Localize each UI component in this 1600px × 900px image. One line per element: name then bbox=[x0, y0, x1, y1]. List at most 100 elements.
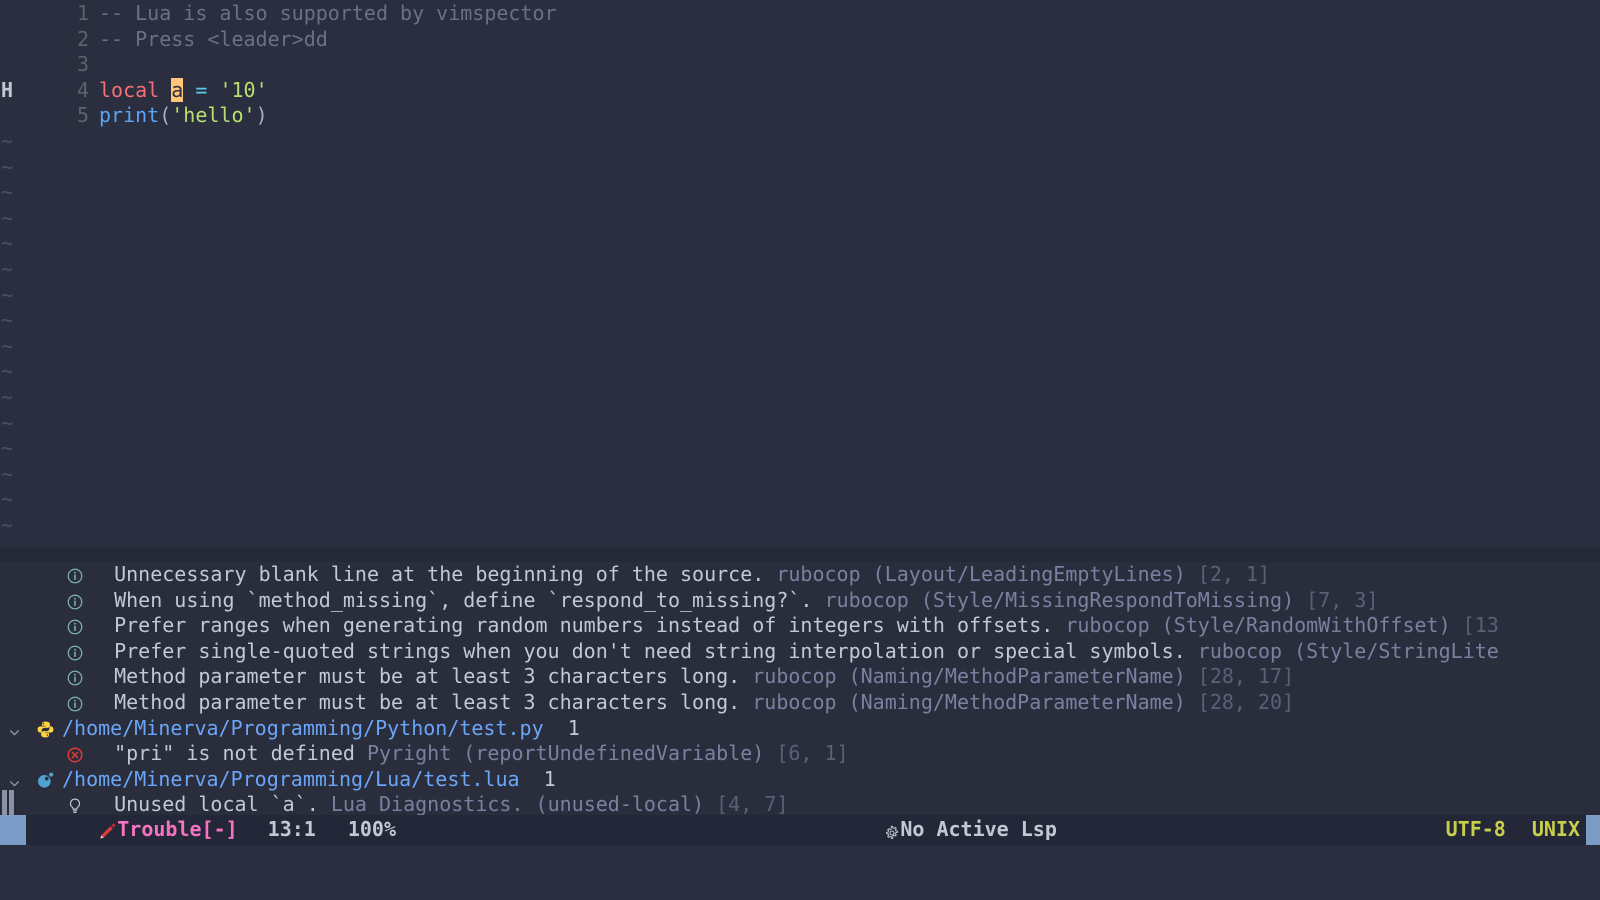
diagnostic-source: rubocop bbox=[740, 664, 837, 689]
status-right-group: UTF-8 UNIX bbox=[1446, 817, 1580, 843]
trouble-diagnostic-row[interactable]: "pri" is not defined Pyright (reportUnde… bbox=[0, 741, 1600, 767]
editor-line[interactable]: 1 -- Lua is also supported by vimspector bbox=[0, 1, 1600, 27]
diagnostic-position: [4, 7] bbox=[704, 792, 789, 815]
diagnostic-message: Prefer single-quoted strings when you do… bbox=[90, 638, 1186, 663]
diagnostic-message: Method parameter must be at least 3 char… bbox=[90, 664, 741, 689]
panel-scrollbar[interactable] bbox=[0, 790, 16, 815]
file-format: UNIX bbox=[1531, 817, 1580, 842]
editor-empty-line: ~ bbox=[0, 359, 1600, 385]
cursor-position: 13:1 bbox=[267, 817, 316, 842]
trouble-diagnostic-row[interactable]: Prefer ranges when generating random num… bbox=[0, 613, 1600, 639]
trouble-file-row[interactable]: /home/Minerva/Programming/Python/test.py… bbox=[0, 716, 1600, 742]
tilde-filler: ~ bbox=[1, 384, 14, 409]
info-icon bbox=[60, 613, 90, 639]
trouble-diagnostics-panel[interactable]: Unnecessary blank line at the beginning … bbox=[0, 562, 1600, 815]
diagnostic-source: Lua Diagnostics. bbox=[318, 792, 524, 815]
editor-empty-line: ~ bbox=[0, 462, 1600, 488]
file-path[interactable]: /home/Minerva/Programming/Lua/test.lua bbox=[62, 767, 520, 793]
editor-empty-line: ~ bbox=[0, 411, 1600, 437]
diagnostic-source: rubocop bbox=[812, 587, 909, 612]
diagnostic-message: Prefer ranges when generating random num… bbox=[90, 613, 1054, 638]
code-editor[interactable]: 1 -- Lua is also supported by vimspector 2… bbox=[0, 0, 1600, 548]
tilde-filler: ~ bbox=[1, 154, 14, 179]
editor-empty-line: ~ bbox=[0, 487, 1600, 513]
chevron-down-icon[interactable] bbox=[0, 717, 28, 743]
file-diagnostic-count: 1 bbox=[543, 715, 580, 740]
code-token: local bbox=[99, 77, 160, 102]
line-content: -- Lua is also supported by vimspector bbox=[99, 1, 1600, 27]
tilde-filler: ~ bbox=[1, 128, 14, 153]
diagnostic-message: Unnecessary blank line at the beginning … bbox=[90, 562, 765, 586]
line-number: 4 bbox=[76, 77, 89, 102]
editor-empty-line: ~ bbox=[0, 206, 1600, 232]
editor-empty-line: ~ bbox=[0, 283, 1600, 309]
editor-empty-line: ~ bbox=[0, 513, 1600, 539]
window-separator bbox=[0, 548, 1600, 562]
diagnostic-position: [28, 20] bbox=[1185, 689, 1295, 714]
sign-column-marker: H bbox=[1, 77, 14, 102]
trouble-diagnostic-row[interactable]: Unnecessary blank line at the beginning … bbox=[0, 562, 1600, 588]
editor-empty-line: ~ bbox=[0, 308, 1600, 334]
command-line[interactable] bbox=[0, 845, 1600, 900]
info-icon bbox=[60, 664, 90, 690]
diagnostic-code: (Naming/MethodParameterName) bbox=[836, 689, 1186, 714]
line-content: -- Press <leader>dd bbox=[99, 27, 1600, 53]
trouble-diagnostic-row[interactable]: Method parameter must be at least 3 char… bbox=[0, 690, 1600, 716]
editor-mode: Trouble[-] bbox=[117, 817, 238, 842]
info-icon bbox=[60, 562, 90, 588]
line-number: 3 bbox=[76, 52, 89, 77]
trouble-diagnostic-row[interactable]: When using `method_missing`, define `res… bbox=[0, 588, 1600, 614]
tilde-filler: ~ bbox=[1, 231, 14, 256]
info-icon bbox=[60, 690, 90, 716]
trouble-diagnostic-row[interactable]: Method parameter must be at least 3 char… bbox=[0, 664, 1600, 690]
editor-line[interactable]: 5 print('hello') bbox=[0, 103, 1600, 129]
code-token: -- Press <leader>dd bbox=[99, 26, 328, 51]
diagnostic-position: [6, 1] bbox=[764, 741, 849, 766]
tilde-filler: ~ bbox=[1, 359, 14, 384]
status-accent-block bbox=[0, 815, 26, 845]
tilde-filler: ~ bbox=[1, 410, 14, 435]
diagnostic-source: Pyright bbox=[354, 741, 452, 766]
scroll-percent: 100% bbox=[347, 817, 397, 842]
code-token: -- Lua is also supported by vimspector bbox=[99, 1, 557, 25]
file-path[interactable]: /home/Minerva/Programming/Python/test.py bbox=[62, 716, 544, 742]
diagnostic-source: rubocop bbox=[1053, 613, 1150, 638]
diagnostic-position: [28, 17] bbox=[1185, 664, 1295, 689]
diagnostic-source: rubocop bbox=[1185, 638, 1283, 663]
diagnostics-list: Unnecessary blank line at the beginning … bbox=[0, 562, 1600, 815]
diagnostic-code: (Style/RandomWithOffset) bbox=[1149, 613, 1451, 638]
lsp-status-text: No Active Lsp bbox=[900, 817, 1057, 842]
line-number: 2 bbox=[76, 26, 89, 51]
editor-line[interactable]: 3 bbox=[0, 52, 1600, 78]
editor-empty-line: ~ bbox=[0, 231, 1600, 257]
status-endcap-block bbox=[1586, 815, 1600, 845]
diagnostic-message: Unused local `a`. bbox=[90, 792, 319, 815]
line-number: 1 bbox=[76, 1, 89, 25]
editor-line[interactable]: H 4 local a = '10' bbox=[0, 77, 1600, 104]
tilde-filler: ~ bbox=[1, 180, 14, 205]
trouble-diagnostic-row[interactable]: Prefer single-quoted strings when you do… bbox=[0, 639, 1600, 665]
diagnostic-source: rubocop bbox=[740, 689, 837, 714]
diagnostic-message: When using `method_missing`, define `res… bbox=[90, 587, 813, 612]
editor-lines: 1 -- Lua is also supported by vimspector 2… bbox=[0, 1, 1600, 538]
diagnostic-source: rubocop bbox=[764, 562, 861, 586]
diagnostic-position: [13 bbox=[1450, 613, 1499, 638]
neovim-window: 1 -- Lua is also supported by vimspector 2… bbox=[0, 0, 1600, 900]
tilde-filler: ~ bbox=[1, 282, 14, 307]
file-encoding: UTF-8 bbox=[1445, 817, 1506, 842]
code-token: ( bbox=[159, 103, 172, 128]
diagnostic-message: Method parameter must be at least 3 char… bbox=[90, 689, 741, 714]
line-content: local a = '10' bbox=[99, 77, 1600, 104]
code-token: = bbox=[195, 77, 208, 102]
diagnostic-position: [7, 3] bbox=[1294, 587, 1379, 612]
info-icon bbox=[60, 639, 90, 665]
code-token: a bbox=[171, 77, 184, 102]
line-content: print('hello') bbox=[99, 103, 1600, 129]
tilde-filler: ~ bbox=[1, 333, 14, 358]
info-icon bbox=[60, 588, 90, 614]
tilde-filler: ~ bbox=[1, 308, 14, 333]
editor-line[interactable]: 2 -- Press <leader>dd bbox=[0, 27, 1600, 53]
